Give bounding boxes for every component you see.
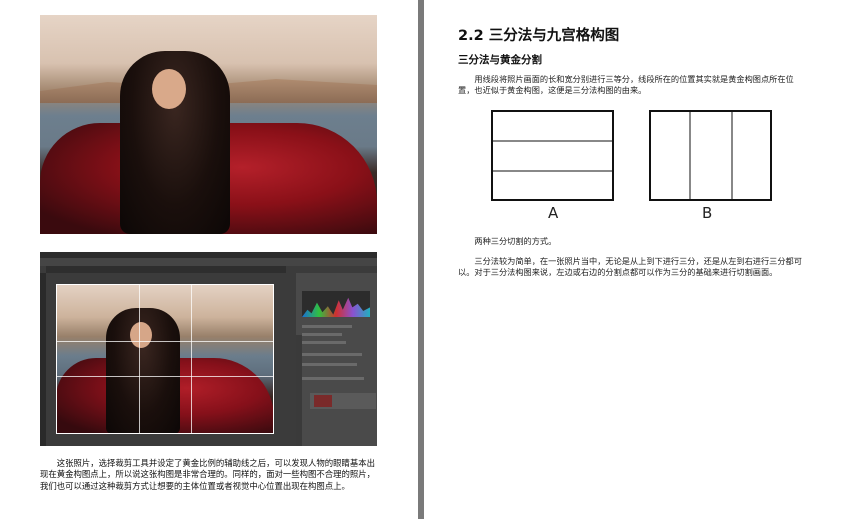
diagram-b-line-2 <box>731 112 733 199</box>
diagram-a-label: A <box>548 204 559 222</box>
ps-toolbar <box>40 273 46 446</box>
diagram-b-vertical-thirds <box>649 110 772 201</box>
ps-panel-icons <box>296 335 302 446</box>
diagram-a-horizontal-thirds <box>491 110 614 201</box>
ps-panel-row <box>302 333 342 336</box>
photoshop-crop-screenshot <box>40 252 377 446</box>
ps-right-panels <box>296 273 377 446</box>
body-paragraph: 三分法较为简单，在一张照片当中，无论是从上到下进行三分，还是从左到右进行三分都可… <box>458 256 802 278</box>
diagram-b-label: B <box>702 204 713 222</box>
intro-paragraph: 用线段将照片画面的长和宽分别进行三等分，线段所在的位置其实就是黄金构图点所在位置… <box>458 74 794 96</box>
portrait-photo <box>40 15 377 234</box>
diagram-a-line-2 <box>493 170 612 172</box>
diagram-b-line-1 <box>689 112 691 199</box>
ps-document-tab <box>46 266 286 273</box>
ps-options-bar <box>40 258 377 266</box>
diagram-a-line-1 <box>493 140 612 142</box>
ps-panel-row <box>302 353 362 356</box>
photo-woman-face <box>152 69 186 109</box>
left-page: 这张照片，选择裁剪工具并设定了黄金比例的辅助线之后，可以发现人物的眼睛基本出现在… <box>0 0 418 519</box>
section-title: 2.2 三分法与九宫格构图 <box>458 28 620 44</box>
ps-layer-thumbnail <box>314 395 332 407</box>
ps-canvas <box>56 284 274 434</box>
right-page: 2.2 三分法与九宫格构图 三分法与黄金分割 用线段将照片画面的长和宽分别进行三… <box>424 0 842 519</box>
subsection-title: 三分法与黄金分割 <box>458 54 542 66</box>
left-caption: 这张照片，选择裁剪工具并设定了黄金比例的辅助线之后，可以发现人物的眼睛基本出现在… <box>40 458 376 491</box>
ps-panel-row <box>302 363 357 366</box>
ps-histogram <box>302 291 370 317</box>
ps-panel-row <box>302 377 364 380</box>
ps-panel-row <box>302 341 346 344</box>
diagram-caption: 两种三分切割的方式。 <box>474 236 557 246</box>
crop-frame <box>56 284 274 434</box>
ps-panel-row <box>302 325 352 328</box>
